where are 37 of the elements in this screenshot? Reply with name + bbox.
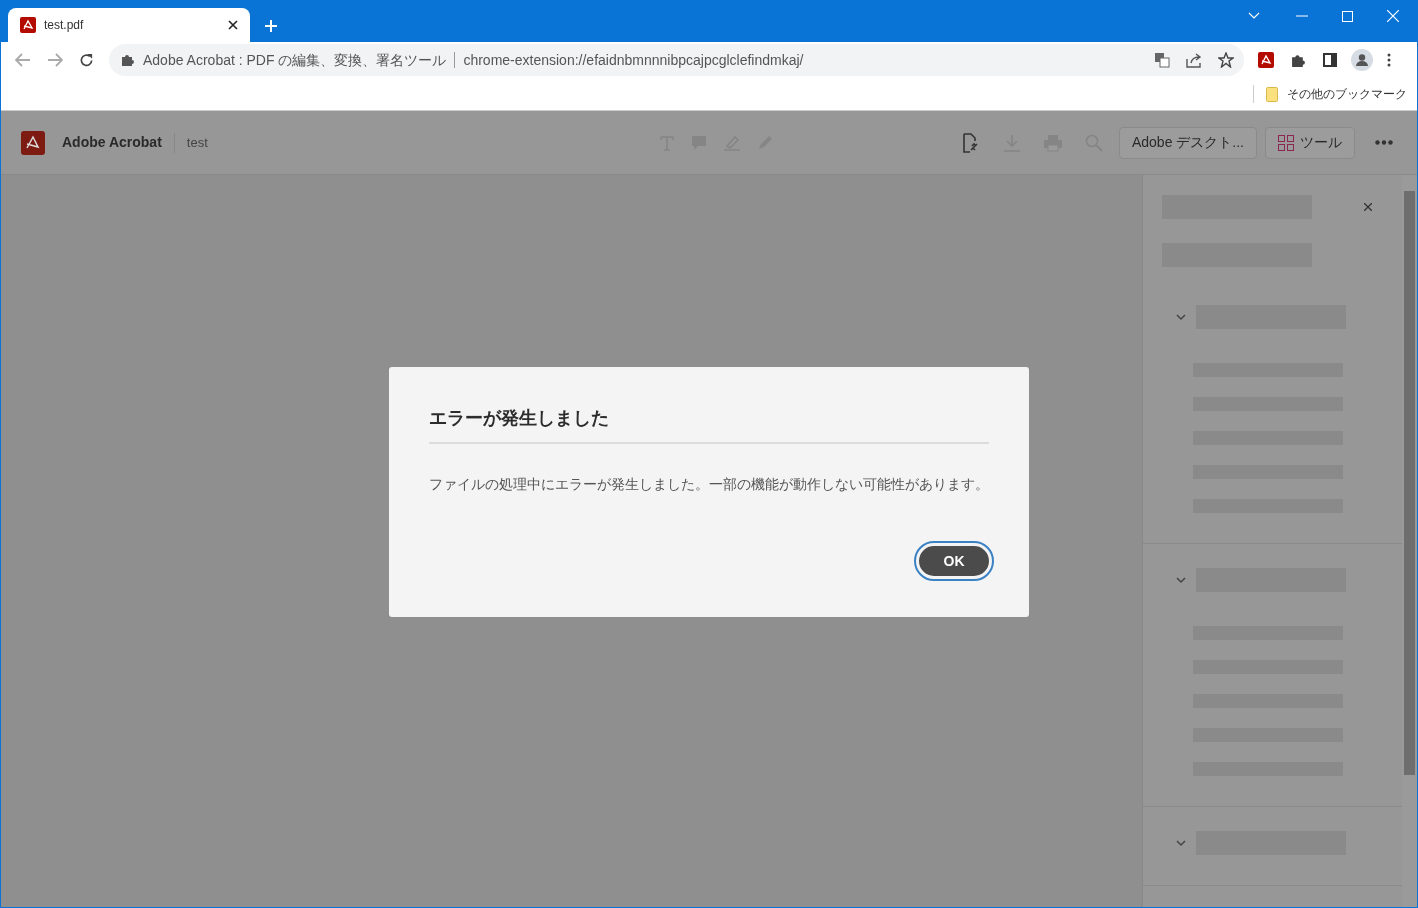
chevron-icon[interactable] <box>1175 311 1187 323</box>
folder-icon <box>1266 86 1278 102</box>
more-menu-icon[interactable] <box>1387 53 1391 67</box>
share-icon[interactable] <box>1186 52 1202 68</box>
open-desktop-button[interactable]: Adobe デスクト... <box>1118 126 1257 159</box>
translate-icon[interactable] <box>1154 52 1170 68</box>
bookmark-folder[interactable]: その他のブックマーク <box>1287 85 1407 103</box>
file-link-icon[interactable] <box>960 132 981 153</box>
tab-title: test.pdf <box>44 17 85 34</box>
new-tab-icon[interactable] <box>264 19 278 33</box>
star-icon[interactable] <box>1218 52 1234 68</box>
site-name: Adobe Acrobat : PDF の編集、変換、署名ツール <box>143 50 447 70</box>
address-bar[interactable]: Adobe Acrobat : PDF の編集、変換、署名ツール chrome-extension://efaidnbmnnnibpcajpcglclefindmkaj/ <box>109 44 1244 76</box>
chevron-icon[interactable] <box>1175 574 1187 586</box>
ok-button[interactable]: OK <box>916 543 992 579</box>
side-panel-icon[interactable] <box>1323 53 1337 67</box>
puzzle-icon[interactable] <box>1291 52 1306 68</box>
reload-icon[interactable] <box>79 52 94 68</box>
dialog-title: エラーが発生しました <box>429 405 989 444</box>
close-icon[interactable] <box>228 20 238 30</box>
more-options-icon[interactable] <box>1375 140 1393 145</box>
acrobat-logo-icon <box>21 130 45 155</box>
url-text: chrome-extension://efaidnbmnnnibpcajpcglclefindmkaj/ <box>463 50 804 70</box>
dialog-message: ファイルの処理中にエラーが発生しました。一部の機能が動作しない可能性があります。 <box>429 475 989 494</box>
grid-icon <box>1278 134 1294 151</box>
tools-button[interactable]: ツール <box>1265 126 1355 159</box>
scrollbar[interactable] <box>1402 175 1417 907</box>
chevron-down-icon[interactable] <box>1248 12 1260 20</box>
app-name: Adobe Acrobat <box>62 133 162 152</box>
chevron-icon[interactable] <box>1175 837 1187 849</box>
pdf-icon <box>20 17 36 33</box>
document-name: test <box>186 133 208 152</box>
maximize-icon[interactable] <box>1342 10 1353 22</box>
pdf-extension-icon[interactable] <box>1258 52 1274 68</box>
avatar-icon[interactable] <box>1351 49 1373 71</box>
browser-tab[interactable]: test.pdf <box>8 8 250 42</box>
puzzle-icon <box>121 53 135 67</box>
